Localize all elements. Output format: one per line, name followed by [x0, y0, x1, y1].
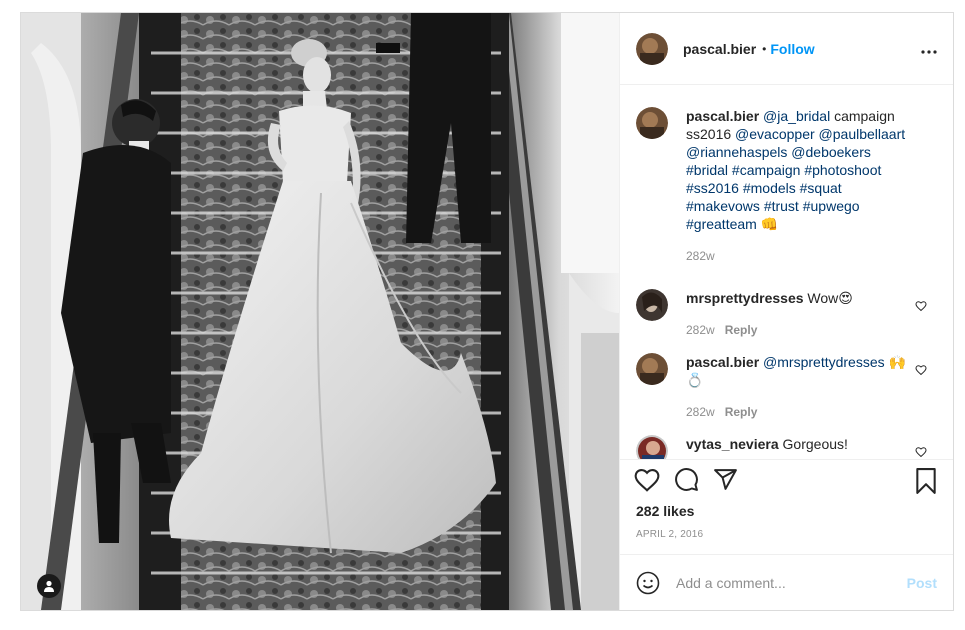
comment-icon[interactable] — [674, 467, 699, 492]
caption-username[interactable]: pascal.bier — [686, 108, 759, 124]
comment-time: 282w — [686, 405, 715, 419]
share-icon[interactable] — [713, 467, 738, 492]
header-username[interactable]: pascal.bier — [683, 41, 756, 57]
caption-mention[interactable]: #greatteam — [686, 216, 757, 232]
comment-like-heart-icon[interactable] — [915, 363, 927, 381]
add-comment-bar: Post — [620, 554, 953, 610]
caption-mention[interactable]: #campaign — [732, 162, 801, 178]
action-bar — [620, 459, 953, 499]
caption-mention[interactable]: @evacopper — [735, 126, 815, 142]
comment-mention[interactable]: @mrsprettydresses — [763, 354, 885, 370]
caption-mention[interactable]: #upwego — [803, 198, 860, 214]
comment-text: Wow😍 — [807, 290, 853, 306]
caption-mention[interactable]: #photoshoot — [804, 162, 881, 178]
caption-mention[interactable]: #models — [743, 180, 796, 196]
caption-mention[interactable]: @paulbellaart — [819, 126, 906, 142]
comment-input[interactable] — [674, 573, 907, 592]
caption: pascal.bier @ja_bridal campaign ss2016 @… — [636, 107, 937, 265]
comment-meta: 282w Reply — [686, 321, 910, 339]
post-comment-button[interactable]: Post — [907, 575, 937, 591]
caption-mention[interactable]: @ja_bridal — [763, 108, 830, 124]
avatar[interactable] — [636, 107, 668, 139]
header-separator: • — [762, 41, 767, 56]
comment-username[interactable]: mrsprettydresses — [686, 290, 804, 306]
user-icon — [44, 580, 54, 592]
post-header: pascal.bier • Follow — [620, 13, 953, 85]
wedding-staircase-photo — [21, 13, 619, 610]
avatar[interactable] — [636, 435, 668, 459]
heart-icon[interactable] — [634, 468, 660, 492]
post-dialog: pascal.bier • Follow pascal.bier @ja_bri… — [20, 12, 954, 611]
tagged-user-button[interactable] — [37, 574, 61, 598]
comment-item: vytas_neviera Gorgeous! — [636, 435, 937, 459]
caption-mention[interactable]: @deboekers — [791, 144, 871, 160]
reply-button[interactable]: Reply — [725, 323, 758, 337]
more-options-icon[interactable] — [921, 41, 937, 59]
comment-like-heart-icon[interactable] — [915, 445, 927, 459]
avatar[interactable] — [636, 32, 668, 65]
comment-body: mrsprettydresses Wow😍 282w Reply — [686, 289, 910, 339]
likes-count[interactable]: 282 likes — [620, 499, 953, 519]
comment-item: mrsprettydresses Wow😍 282w Reply — [636, 289, 937, 339]
caption-mention[interactable]: #ss2016 — [686, 180, 739, 196]
comment-meta: 282w Reply — [686, 403, 910, 421]
post-photo[interactable] — [21, 13, 619, 610]
post-side-panel: pascal.bier • Follow pascal.bier @ja_bri… — [619, 13, 953, 610]
post-date[interactable]: APRIL 2, 2016 — [620, 519, 953, 540]
comments-list[interactable]: pascal.bier @ja_bridal campaign ss2016 @… — [620, 85, 953, 459]
caption-mention[interactable]: #makevows — [686, 198, 760, 214]
comment-text: Gorgeous! — [782, 436, 848, 452]
caption-time: 282w — [686, 249, 715, 263]
caption-body: pascal.bier @ja_bridal campaign ss2016 @… — [686, 107, 910, 265]
caption-text: @ja_bridal campaign ss2016 @evacopper @p… — [686, 108, 905, 232]
comment-item: pascal.bier @mrsprettydresses 🙌💍 282w Rep… — [636, 353, 937, 421]
comment-body: pascal.bier @mrsprettydresses 🙌💍 282w Rep… — [686, 353, 910, 421]
bookmark-icon[interactable] — [915, 468, 937, 499]
comment-like-heart-icon[interactable] — [915, 299, 927, 317]
follow-button[interactable]: Follow — [770, 41, 814, 57]
caption-mention[interactable]: @riannehaspels — [686, 144, 787, 160]
caption-mention[interactable]: #trust — [764, 198, 799, 214]
comment-username[interactable]: vytas_neviera — [686, 436, 779, 452]
comment-body: vytas_neviera Gorgeous! — [686, 435, 910, 459]
reply-button[interactable]: Reply — [725, 405, 758, 419]
caption-mention[interactable]: #squat — [800, 180, 842, 196]
caption-text-segment: 👊 — [756, 216, 779, 232]
avatar[interactable] — [636, 289, 668, 321]
comment-username[interactable]: pascal.bier — [686, 354, 759, 370]
emoji-icon[interactable] — [636, 571, 660, 595]
comment-time: 282w — [686, 323, 715, 337]
avatar[interactable] — [636, 353, 668, 385]
caption-mention[interactable]: #bridal — [686, 162, 728, 178]
